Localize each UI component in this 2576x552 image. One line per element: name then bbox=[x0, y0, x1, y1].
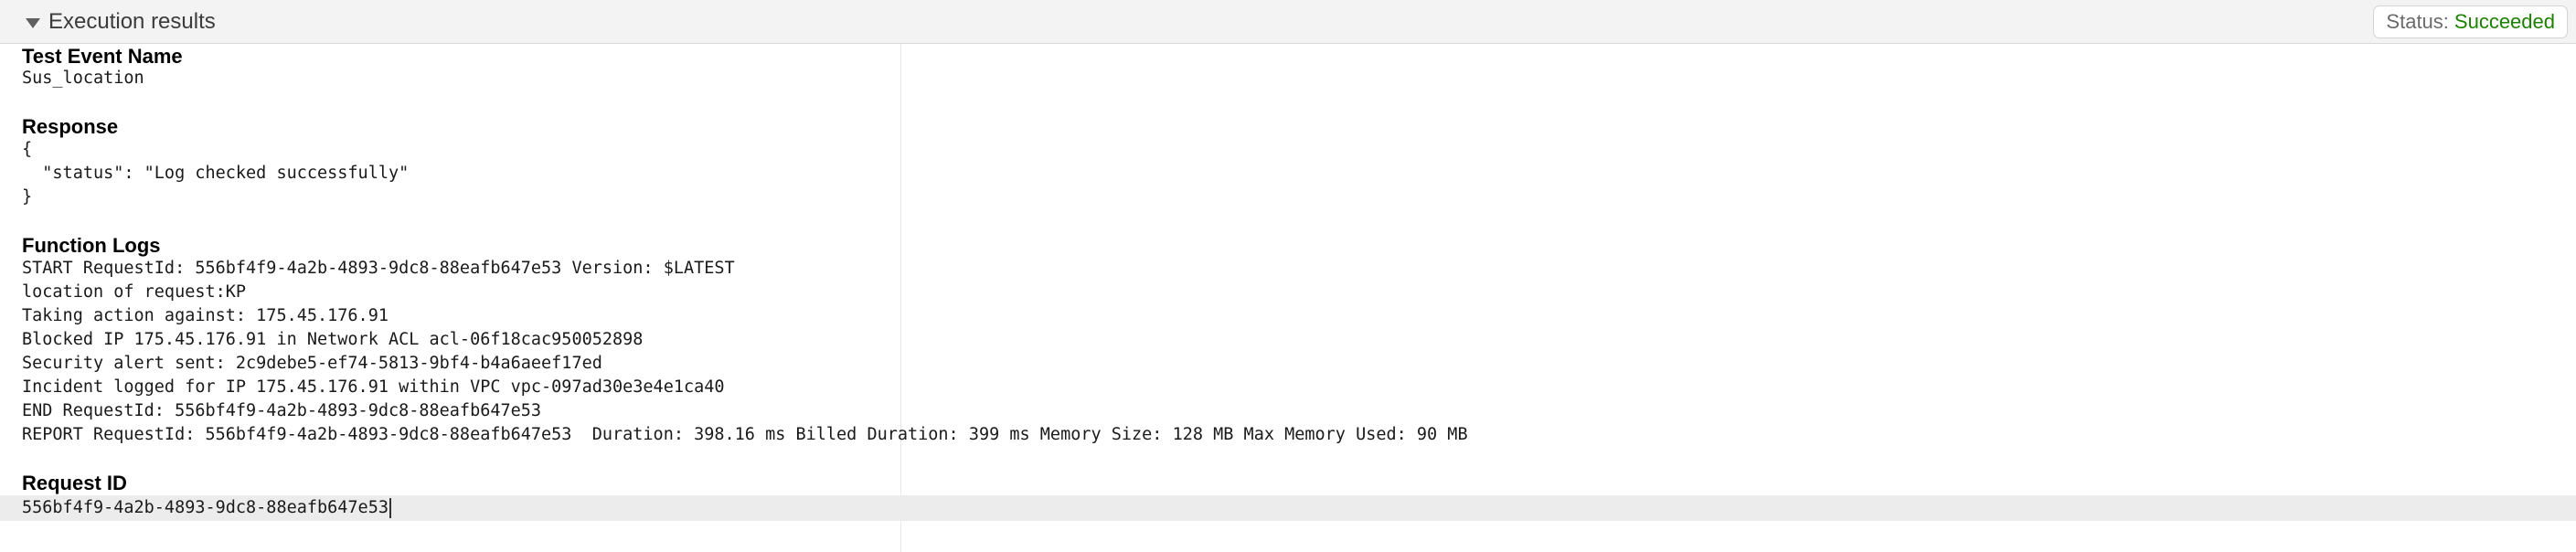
log-line: START RequestId: 556bf4f9-4a2b-4893-9dc8… bbox=[22, 259, 735, 278]
test-event-name: Sus_location bbox=[22, 69, 144, 88]
function-logs-title: Function Logs bbox=[22, 234, 161, 257]
test-event-title: Test Event Name bbox=[22, 45, 183, 68]
caret-down-icon[interactable] bbox=[26, 17, 40, 28]
execution-results-header: Execution results Status: Succeeded bbox=[0, 0, 2576, 44]
log-line: Blocked IP 175.45.176.91 in Network ACL … bbox=[22, 330, 644, 349]
request-id-value[interactable]: 556bf4f9-4a2b-4893-9dc8-88eafb647e53 bbox=[22, 496, 391, 520]
status-label: Status: bbox=[2386, 10, 2449, 33]
log-line: Incident logged for IP 175.45.176.91 wit… bbox=[22, 377, 725, 397]
log-line: location of request:KP bbox=[22, 282, 247, 302]
request-id-text: 556bf4f9-4a2b-4893-9dc8-88eafb647e53 bbox=[22, 498, 389, 517]
log-line: END RequestId: 556bf4f9-4a2b-4893-9dc8-8… bbox=[22, 401, 542, 420]
execution-results-panel: Execution results Status: Succeeded Test… bbox=[0, 0, 2576, 552]
response-title: Response bbox=[22, 115, 119, 138]
log-line: Security alert sent: 2c9debe5-ef74-5813-… bbox=[22, 354, 602, 373]
response-line: } bbox=[22, 187, 33, 207]
text-cursor bbox=[389, 498, 391, 518]
response-line: "status": "Log checked successfully" bbox=[22, 164, 410, 183]
header-title: Execution results bbox=[48, 9, 216, 34]
status-value: Succeeded bbox=[2454, 10, 2555, 33]
column-divider bbox=[900, 44, 901, 552]
execution-results-toggle[interactable]: Execution results bbox=[26, 9, 216, 35]
log-line: REPORT RequestId: 556bf4f9-4a2b-4893-9dc… bbox=[22, 425, 1468, 444]
status-badge: Status: Succeeded bbox=[2373, 5, 2568, 38]
log-line: Taking action against: 175.45.176.91 bbox=[22, 306, 389, 325]
response-line: { bbox=[22, 140, 33, 159]
request-id-title: Request ID bbox=[22, 472, 127, 494]
